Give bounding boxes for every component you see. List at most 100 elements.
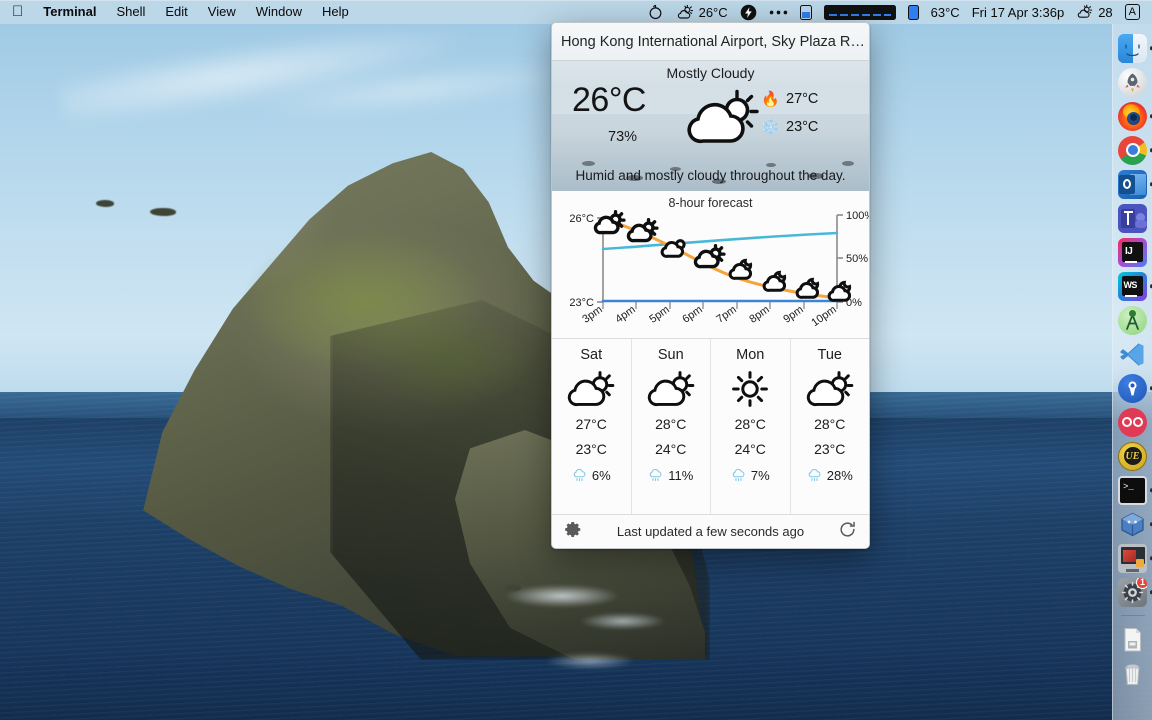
gear-icon — [565, 521, 581, 537]
battery-full-icon[interactable] — [902, 4, 925, 20]
rain-icon — [573, 468, 586, 482]
day-column-mon[interactable]: Mon 28°C 24°C 7% — [710, 339, 790, 514]
apple-menu-icon[interactable]:  — [7, 4, 33, 19]
wallpaper-surf — [520, 636, 660, 686]
x-label-3: 6pm — [680, 304, 704, 326]
dock-item-outlook[interactable] — [1117, 168, 1152, 200]
dock-separator — [1120, 615, 1145, 616]
day-high: 28°C — [814, 416, 846, 432]
dock-item-terminal[interactable]: >_ — [1117, 474, 1152, 506]
dock-item-intellij-idea[interactable]: IJ — [1117, 236, 1149, 268]
y2-tick-50: 50% — [846, 253, 868, 265]
day-rain-value: 6% — [591, 468, 611, 483]
day-rain-value: 7% — [750, 468, 770, 483]
x-label-2: 5pm — [647, 304, 671, 326]
cpu-temperature[interactable]: 63°C — [925, 5, 966, 20]
dock-item-screenshot-tool[interactable] — [1117, 542, 1152, 574]
vpn-icon[interactable] — [641, 4, 670, 21]
partly-cloudy-day-icon — [564, 366, 618, 412]
menu-bar-status-area: 26°C 63°C Fri 17 Apr 3:36p 28 A — [641, 4, 1152, 21]
fire-icon: 🔥 — [761, 91, 780, 108]
menu-weather-value-2: 28 — [1098, 4, 1113, 20]
partly-cloudy-day-icon — [693, 244, 726, 269]
day-name: Mon — [736, 347, 765, 363]
dock-item-system-preferences[interactable]: 1 — [1117, 576, 1152, 608]
day-name: Sun — [657, 347, 684, 363]
menu-weather-status[interactable]: 26°C — [670, 4, 734, 21]
settings-button[interactable] — [564, 520, 583, 544]
menu-bar:  Terminal Shell Edit View Window Help 2… — [0, 0, 1152, 24]
dock-item-android-studio[interactable] — [1117, 304, 1149, 336]
day-rain: 28% — [807, 468, 853, 483]
dock-item-firefox[interactable] — [1117, 100, 1152, 132]
dock-item-trash[interactable] — [1117, 657, 1149, 689]
chart-x-ticks — [602, 302, 838, 309]
menu-item-edit[interactable]: Edit — [155, 3, 197, 21]
menu-weather-status-2[interactable]: 28 — [1070, 4, 1118, 20]
x-label-5: 8pm — [747, 304, 771, 326]
menu-item-window[interactable]: Window — [246, 3, 312, 21]
day-low: 24°C — [734, 441, 766, 457]
day-low: 24°C — [655, 441, 687, 457]
refresh-button[interactable] — [838, 520, 857, 544]
last-updated-text: Last updated a few seconds ago — [616, 524, 805, 539]
chart-svg: 26°C 23°C 100% 50% 0% 3pm — [569, 210, 869, 330]
virtualbox-icon — [1118, 510, 1147, 539]
hourly-forecast-chart: 8-hour forecast 26°C 23°C 100% 50% 0% — [552, 191, 869, 339]
intellij-idea-icon: IJ — [1118, 237, 1147, 267]
downloads-stack-icon — [1118, 625, 1147, 654]
battery-icon[interactable] — [794, 4, 818, 20]
input-source-indicator[interactable]: A — [1119, 4, 1146, 20]
android-studio-icon — [1118, 305, 1147, 335]
partly-cloudy-day-icon — [681, 85, 765, 149]
dock-item-webstorm[interactable]: WS — [1117, 270, 1152, 302]
weather-panel[interactable]: Hong Kong International Airport, Sky Pla… — [551, 22, 870, 549]
dock-item-chrome[interactable] — [1117, 134, 1152, 166]
day-column-sat[interactable]: Sat 27°C 23°C 6% — [552, 339, 631, 514]
dock-item-launchpad[interactable] — [1117, 66, 1149, 98]
day-column-sun[interactable]: Sun 28°C 24°C 11% — [630, 339, 711, 514]
current-humidity: 73% — [608, 129, 638, 145]
x-label-4: 7pm — [714, 304, 738, 326]
dock-item-teams[interactable] — [1117, 202, 1149, 234]
current-temperature: 26°C — [572, 81, 646, 119]
partly-cloudy-day-icon — [803, 366, 857, 412]
day-rain: 11% — [648, 468, 693, 483]
dock-item-postman[interactable] — [1117, 372, 1152, 404]
sunny-icon — [726, 366, 774, 412]
snowflake-icon: ❄️ — [761, 119, 780, 136]
dock-item-finder[interactable] — [1117, 32, 1152, 64]
day-column-tue[interactable]: Tue 28°C 23°C 28% — [789, 339, 870, 514]
menu-item-help[interactable]: Help — [312, 3, 359, 21]
dock-item-vscode[interactable] — [1117, 338, 1149, 370]
weather-footer: Last updated a few seconds ago — [552, 514, 869, 548]
screenshot-tool-icon — [1118, 543, 1147, 573]
day-rain-value: 11% — [668, 468, 694, 483]
x-label-1: 4pm — [613, 304, 637, 326]
menu-item-view[interactable]: View — [198, 3, 246, 21]
x-label-6: 9pm — [781, 304, 805, 326]
menu-item-shell[interactable]: Shell — [106, 3, 155, 21]
dock-item-sourcetree[interactable] — [1117, 406, 1149, 438]
dock-item-downloads[interactable] — [1117, 623, 1149, 655]
refresh-icon — [840, 521, 855, 537]
dock-item-ultraedit[interactable]: UE — [1117, 440, 1149, 472]
menu-app-name[interactable]: Terminal — [33, 3, 106, 21]
system-preferences-icon: 1 — [1118, 577, 1147, 607]
rain-icon — [732, 468, 745, 482]
control-center-dots-icon[interactable] — [763, 8, 794, 17]
y-tick-max: 26°C — [569, 213, 594, 225]
partly-cloudy-day-icon — [593, 210, 626, 235]
battery-wide-icon[interactable] — [818, 4, 902, 20]
day-rain: 7% — [731, 468, 770, 483]
menu-clock[interactable]: Fri 17 Apr 3:36p — [966, 5, 1071, 20]
day-high: 28°C — [734, 416, 766, 432]
wallpaper-islet — [150, 208, 176, 216]
chart-x-labels: 3pm 4pm 5pm 6pm 7pm 8pm 9pm 10pm — [580, 304, 838, 330]
bolt-icon[interactable] — [734, 4, 763, 21]
dock-item-virtualbox[interactable] — [1117, 508, 1152, 540]
y-tick-min: 23°C — [569, 297, 594, 309]
wallpaper-islet — [96, 200, 114, 207]
menu-weather-temp: 26°C — [698, 4, 728, 20]
hourly-icons — [593, 210, 852, 302]
